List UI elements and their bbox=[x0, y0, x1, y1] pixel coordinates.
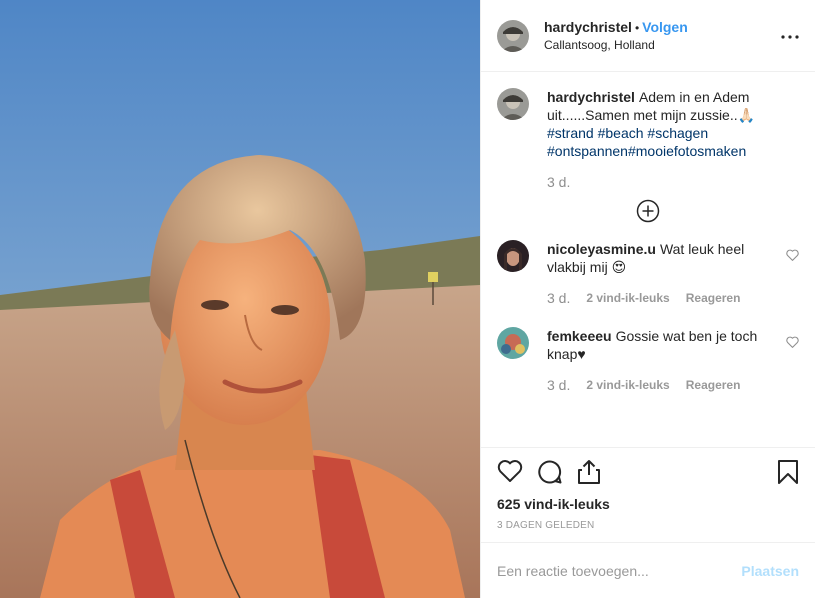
comment-likes[interactable]: 2 vind-ik-leuks bbox=[586, 378, 669, 392]
comment-meta: 3 d. 2 vind-ik-leuks Reageren bbox=[547, 378, 779, 392]
heart-icon[interactable] bbox=[497, 459, 523, 488]
bookmark-icon[interactable] bbox=[777, 459, 799, 488]
caption-time[interactable]: 3 d. bbox=[547, 175, 570, 189]
separator-dot: • bbox=[634, 20, 640, 35]
post-comment-button[interactable]: Plaatsen bbox=[741, 563, 799, 579]
comment-time[interactable]: 3 d. bbox=[547, 291, 570, 305]
commenter-avatar[interactable] bbox=[497, 327, 529, 359]
post-header: hardychristel • Volgen Callantsoog, Hollan… bbox=[481, 0, 815, 72]
add-comment-section: Plaatsen bbox=[481, 542, 815, 598]
comment-body: nicoleyasmine.u Wat leuk heel vlakbij mij… bbox=[547, 240, 799, 305]
caption-meta: 3 d. bbox=[547, 175, 779, 189]
comment-item: nicoleyasmine.u Wat leuk heel vlakbij mij… bbox=[497, 240, 799, 305]
author-info: hardychristel • Volgen Callantsoog, Hollan… bbox=[544, 19, 799, 53]
plus-circle-icon[interactable] bbox=[636, 199, 660, 226]
post-photo[interactable] bbox=[0, 0, 480, 598]
reply-button[interactable]: Reageren bbox=[686, 291, 741, 305]
post-actions: 625 vind-ik-leuks 3 DAGEN GELEDEN bbox=[481, 447, 815, 542]
action-icons-left bbox=[497, 459, 777, 488]
more-dots-icon[interactable] bbox=[781, 26, 799, 44]
hashtags-line-1[interactable]: #strand #beach #schagen bbox=[547, 125, 708, 141]
comment-icon[interactable] bbox=[537, 459, 563, 488]
load-more-comments[interactable] bbox=[497, 199, 799, 226]
commenter-avatar[interactable] bbox=[497, 240, 529, 272]
caption-avatar[interactable] bbox=[497, 88, 529, 120]
post-date[interactable]: 3 DAGEN GELEDEN bbox=[497, 520, 799, 531]
comment-like-heart-icon[interactable] bbox=[786, 248, 799, 264]
commenter-username[interactable]: femkeeeu bbox=[547, 328, 612, 344]
comment-like-heart-icon[interactable] bbox=[786, 335, 799, 351]
comment-time[interactable]: 3 d. bbox=[547, 378, 570, 392]
comment-meta: 3 d. 2 vind-ik-leuks Reageren bbox=[547, 291, 779, 305]
reply-button[interactable]: Reageren bbox=[686, 378, 741, 392]
comments-list[interactable]: hardychristel Adem in en Adem uit......Sa… bbox=[481, 72, 815, 447]
location-link[interactable]: Callantsoog, Holland bbox=[544, 37, 799, 53]
comment-input[interactable] bbox=[497, 562, 742, 579]
likes-count[interactable]: 625 vind-ik-leuks bbox=[497, 496, 799, 512]
comment-likes[interactable]: 2 vind-ik-leuks bbox=[586, 291, 669, 305]
author-username[interactable]: hardychristel bbox=[544, 19, 632, 35]
caption-comment: hardychristel Adem in en Adem uit......Sa… bbox=[497, 88, 799, 189]
hashtags-line-2[interactable]: #ontspannen#mooiefotosmaken bbox=[547, 143, 746, 159]
author-avatar[interactable] bbox=[497, 19, 529, 52]
comment-item: femkeeeu Gossie wat ben je toch knap♥ 3 d… bbox=[497, 327, 799, 392]
follow-button[interactable]: Volgen bbox=[642, 19, 688, 35]
share-icon[interactable] bbox=[577, 459, 601, 488]
instagram-post: hardychristel • Volgen Callantsoog, Hollan… bbox=[0, 0, 815, 598]
post-side-panel: hardychristel • Volgen Callantsoog, Hollan… bbox=[480, 0, 815, 598]
action-icons bbox=[497, 458, 799, 488]
comment-body: femkeeeu Gossie wat ben je toch knap♥ 3 d… bbox=[547, 327, 799, 392]
caption-body: hardychristel Adem in en Adem uit......Sa… bbox=[547, 88, 799, 189]
commenter-username[interactable]: nicoleyasmine.u bbox=[547, 241, 656, 257]
caption-username[interactable]: hardychristel bbox=[547, 89, 635, 105]
